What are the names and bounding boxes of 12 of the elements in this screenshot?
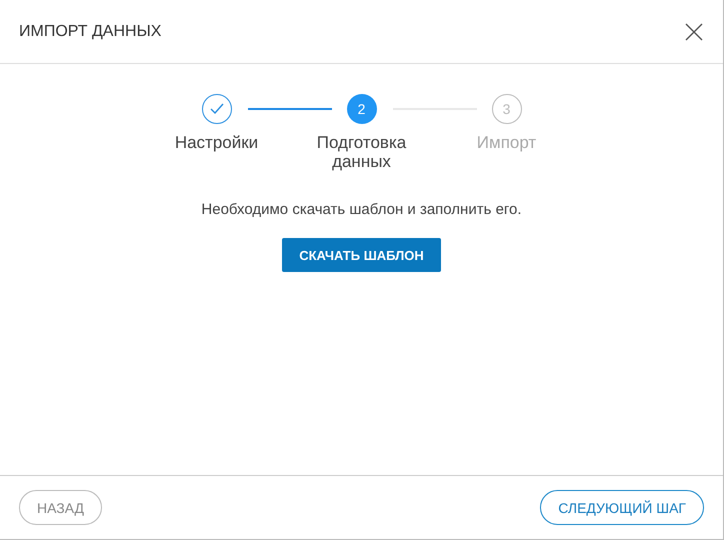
step-check-icon: [202, 94, 232, 124]
step-label: Импорт: [476, 133, 538, 152]
step-number: 2: [346, 94, 376, 124]
download-template-button[interactable]: СКАЧАТЬ ШАБЛОН: [282, 238, 441, 272]
close-icon[interactable]: [685, 22, 703, 40]
back-button[interactable]: НАЗАД: [19, 490, 102, 525]
instruction-text: Необходимо скачать шаблон и заполнить его.: [201, 201, 522, 218]
next-step-button[interactable]: СЛЕДУЮЩИЙ ШАГ: [540, 490, 704, 525]
step-number: 3: [492, 94, 522, 124]
step-label: Подготовка данных: [316, 133, 408, 171]
window-title: ИМПОРТ ДАННЫХ: [19, 22, 162, 40]
step-label: Настройки: [174, 133, 260, 152]
